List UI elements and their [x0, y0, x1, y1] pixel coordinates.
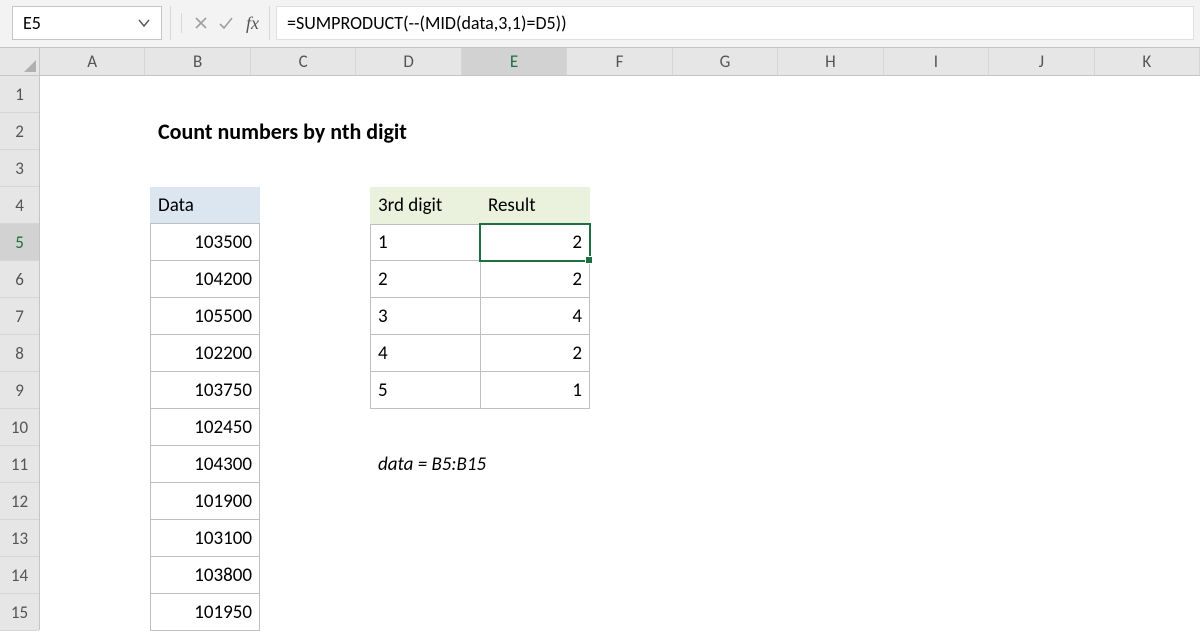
row-header-1[interactable]: 1 — [0, 76, 39, 113]
row-header-5[interactable]: 5 — [0, 224, 39, 261]
col-header-D[interactable]: D — [356, 48, 461, 75]
data-cell[interactable]: 101950 — [150, 594, 260, 631]
col-header-E[interactable]: E — [462, 48, 567, 75]
data-cell[interactable]: 105500 — [150, 298, 260, 335]
col-header-K[interactable]: K — [1095, 48, 1200, 75]
data-cell[interactable]: 103800 — [150, 557, 260, 594]
col-header-J[interactable]: J — [989, 48, 1094, 75]
result-cell[interactable]: 1 — [480, 372, 590, 409]
row-header-11[interactable]: 11 — [0, 446, 39, 483]
result-cell[interactable]: 2 — [480, 261, 590, 298]
data-cell[interactable]: 102200 — [150, 335, 260, 372]
digit-cell[interactable]: 4 — [370, 335, 480, 372]
digit-cell[interactable]: 2 — [370, 261, 480, 298]
name-box[interactable]: E5 — [12, 6, 162, 40]
spreadsheet-grid: ABCDEFGHIJK 123456789101112131415 Count … — [0, 48, 1200, 630]
data-cell[interactable]: 103750 — [150, 372, 260, 409]
result-cell[interactable]: 2 — [480, 224, 590, 261]
col-header-G[interactable]: G — [673, 48, 778, 75]
data-cell[interactable]: 101900 — [150, 483, 260, 520]
result-cell[interactable]: 2 — [480, 335, 590, 372]
result-header: Result — [480, 187, 590, 224]
col-header-A[interactable]: A — [40, 48, 145, 75]
digit-cell[interactable]: 5 — [370, 372, 480, 409]
formula-bar-buttons: fx — [170, 6, 270, 40]
col-header-F[interactable]: F — [567, 48, 672, 75]
digit-cell[interactable]: 1 — [370, 224, 480, 261]
cancel-icon[interactable] — [194, 16, 208, 30]
name-box-dropdown-icon[interactable] — [131, 10, 157, 36]
data-cell[interactable]: 104300 — [150, 446, 260, 483]
select-all-corner[interactable] — [0, 48, 40, 76]
result-cell[interactable]: 4 — [480, 298, 590, 335]
enter-icon[interactable] — [218, 16, 234, 30]
row-header-6[interactable]: 6 — [0, 261, 39, 298]
formula-text: =SUMPRODUCT(--(MID(data,3,1)=D5)) — [287, 12, 567, 34]
row-header-8[interactable]: 8 — [0, 335, 39, 372]
row-header-4[interactable]: 4 — [0, 187, 39, 224]
formula-input[interactable]: =SUMPRODUCT(--(MID(data,3,1)=D5)) — [276, 6, 1194, 40]
data-cell[interactable]: 102450 — [150, 409, 260, 446]
row-header-12[interactable]: 12 — [0, 483, 39, 520]
data-cell[interactable]: 104200 — [150, 261, 260, 298]
digit-header: 3rd digit — [370, 187, 480, 224]
formula-bar: E5 fx =SUMPRODUCT(--(MID(data,3,1)=D5)) — [0, 0, 1200, 48]
col-header-C[interactable]: C — [251, 48, 356, 75]
row-header-7[interactable]: 7 — [0, 298, 39, 335]
data-cell[interactable]: 103500 — [150, 224, 260, 261]
row-header-15[interactable]: 15 — [0, 594, 39, 631]
row-header-9[interactable]: 9 — [0, 372, 39, 409]
insert-function-icon[interactable]: fx — [246, 13, 259, 34]
col-header-H[interactable]: H — [778, 48, 883, 75]
named-range-note: data = B5:B15 — [370, 446, 630, 483]
cells-area[interactable]: Count numbers by nth digit Data 10350010… — [40, 76, 1200, 630]
data-cell[interactable]: 103100 — [150, 520, 260, 557]
row-header-14[interactable]: 14 — [0, 557, 39, 594]
data-header: Data — [150, 187, 260, 224]
column-headers: ABCDEFGHIJK — [40, 48, 1200, 76]
row-header-10[interactable]: 10 — [0, 409, 39, 446]
row-header-3[interactable]: 3 — [0, 150, 39, 187]
page-title: Count numbers by nth digit — [150, 113, 590, 150]
digit-cell[interactable]: 3 — [370, 298, 480, 335]
row-header-13[interactable]: 13 — [0, 520, 39, 557]
row-header-2[interactable]: 2 — [0, 113, 39, 150]
col-header-I[interactable]: I — [884, 48, 989, 75]
row-headers: 123456789101112131415 — [0, 76, 40, 630]
col-header-B[interactable]: B — [145, 48, 250, 75]
name-box-value: E5 — [23, 12, 41, 34]
